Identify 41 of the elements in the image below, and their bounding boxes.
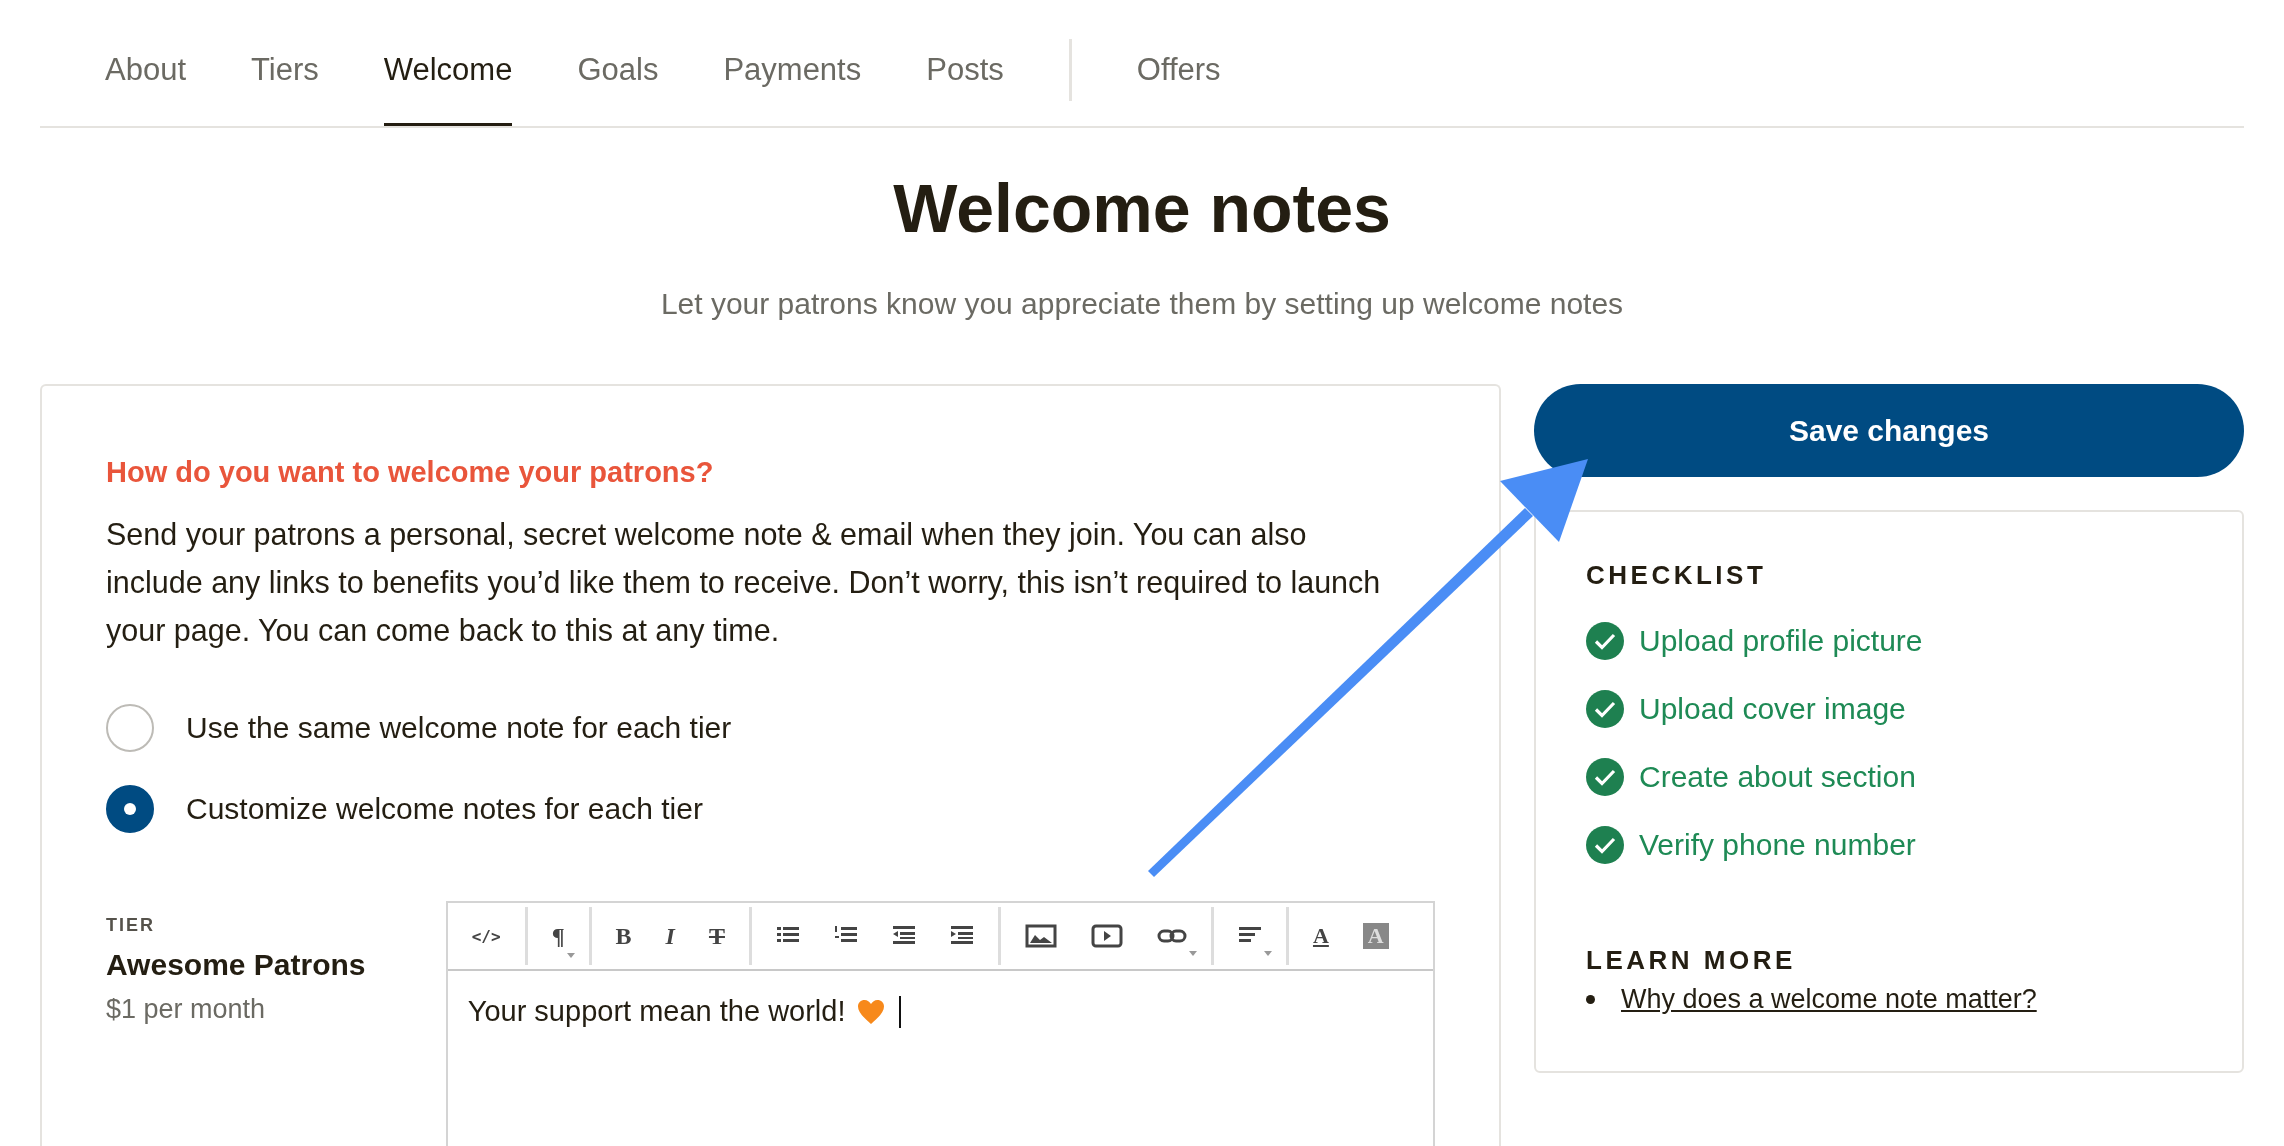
radio-button[interactable] xyxy=(106,785,154,833)
bold-button[interactable]: B xyxy=(615,922,632,950)
nav-tab[interactable]: About xyxy=(105,14,186,126)
radio-label: Customize welcome notes for each tier xyxy=(186,792,703,826)
nav-tab[interactable]: Tiers xyxy=(251,14,319,126)
video-icon[interactable] xyxy=(1090,924,1123,948)
save-changes-button[interactable]: Save changes xyxy=(1534,384,2244,477)
text-cursor xyxy=(899,995,902,1028)
strikethrough-button[interactable]: T xyxy=(708,922,725,950)
dropdown-caret-icon[interactable] xyxy=(566,952,575,958)
italic-button[interactable]: I xyxy=(665,922,675,950)
radio-button[interactable] xyxy=(106,704,154,752)
checklist-item[interactable]: Upload cover image xyxy=(1639,692,1906,726)
paragraph-button[interactable]: ¶ xyxy=(551,922,565,950)
nav-tab[interactable]: Goals xyxy=(577,14,659,126)
tier-name: Awesome Patrons xyxy=(106,948,367,982)
help-link[interactable]: Why does a welcome note matter? xyxy=(1621,984,2037,1015)
section-heading: How do you want to welcome your patrons? xyxy=(106,455,715,490)
page-title: Welcome notes xyxy=(892,169,1392,248)
nav-tab[interactable]: Posts xyxy=(926,14,1004,126)
radio-label: Use the same welcome note for each tier xyxy=(186,711,732,745)
page-subtitle: Let your patrons know you appreciate them by setting up welcome notes xyxy=(659,286,1625,322)
text-color-button[interactable]: A xyxy=(1312,923,1329,949)
image-icon[interactable] xyxy=(1024,924,1057,948)
tier-caption: TIER xyxy=(106,915,156,936)
checklist-item[interactable]: Create about section xyxy=(1639,760,1916,794)
checklist-item[interactable]: Upload profile picture xyxy=(1639,624,1923,658)
editor-text[interactable]: Your support mean the world! xyxy=(467,995,846,1028)
bullet-dot xyxy=(1586,995,1595,1004)
nav-tab[interactable]: Welcome xyxy=(383,14,513,126)
checklist-item[interactable]: Verify phone number xyxy=(1639,828,1916,862)
heart-icon xyxy=(857,998,886,1025)
tier-price: $1 per month xyxy=(106,994,267,1025)
nav-tab[interactable]: Payments xyxy=(723,14,862,126)
checklist-heading: CHECKLIST xyxy=(1586,560,1768,591)
code-button[interactable]: </> xyxy=(471,926,501,946)
dropdown-caret-icon[interactable] xyxy=(1263,951,1272,956)
nav-tab[interactable]: Offers xyxy=(1136,14,1221,126)
dropdown-caret-icon[interactable] xyxy=(1188,951,1197,956)
description-text: Send your patrons a personal, secret welcome note & email when they join. You can also include any links to benefits you’d like them to receive. Don’t worry, this isn’t required to launch your page. You can come back to this at any time. xyxy=(106,516,1382,650)
learn-more-heading: LEARN MORE xyxy=(1586,945,1797,976)
